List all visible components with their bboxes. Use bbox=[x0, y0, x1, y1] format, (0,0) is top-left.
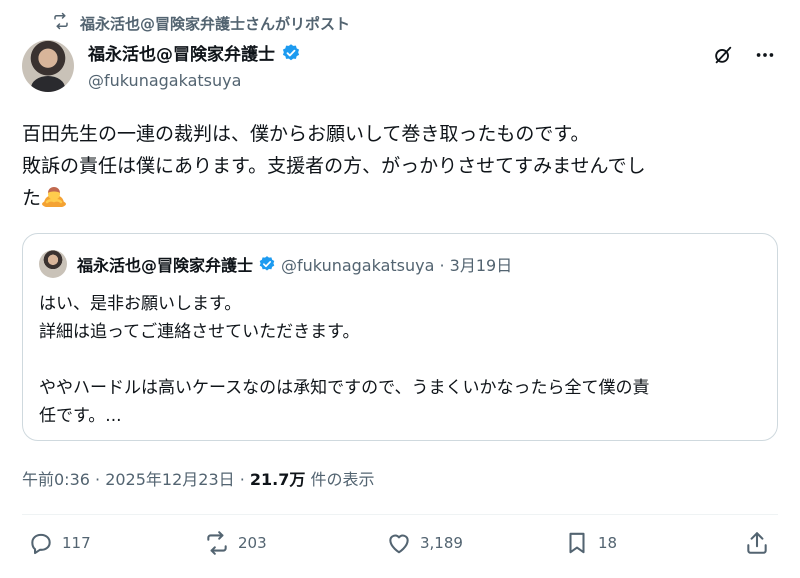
grok-icon[interactable] bbox=[712, 44, 734, 66]
quote-line: 詳細は追ってご連絡させていただきます。 bbox=[39, 322, 360, 342]
action-bar: 117 203 3,189 18 bbox=[28, 530, 778, 564]
bookmark-count: 18 bbox=[598, 534, 618, 552]
repost-button[interactable]: 203 bbox=[204, 530, 267, 556]
post-line: 敗訴の責任は僕にあります。支援者の方、がっかりさせてすみませんでし bbox=[22, 155, 646, 177]
quote-text: はい、是非お願いします。 詳細は追ってご連絡させていただきます。 ややハードルは… bbox=[39, 290, 769, 430]
quote-header: 福永活也@冒険家弁護士 @fukunagakatsuya · 3月19日 bbox=[77, 252, 512, 276]
quote-line: はい、是非お願いします。 bbox=[39, 294, 242, 314]
reply-icon bbox=[28, 530, 54, 556]
quote-author-name: 福永活也@冒険家弁護士 bbox=[77, 256, 254, 275]
post-line: 百田先生の一連の裁判は、僕からお願いして巻き取ったものです。 bbox=[22, 123, 590, 145]
quote-line: 任です。... bbox=[39, 406, 122, 426]
view-count[interactable]: 21.7万 bbox=[250, 470, 305, 489]
repost-icon bbox=[52, 12, 70, 34]
post-line: た bbox=[22, 182, 782, 214]
author-handle[interactable]: @fukunagakatsuya bbox=[88, 71, 301, 90]
post-text: 百田先生の一連の裁判は、僕からお願いして巻き取ったものです。 敗訴の責任は僕にあ… bbox=[22, 118, 782, 214]
like-button[interactable]: 3,189 bbox=[386, 530, 463, 556]
verified-badge-icon[interactable] bbox=[281, 43, 301, 63]
verified-badge-icon bbox=[258, 255, 276, 273]
quote-line: ややハードルは高いケースなのは承知ですので、うまくいかなったら全て僕の責 bbox=[39, 378, 650, 398]
post-time[interactable]: 午前0:36 · 2025年12月23日 · bbox=[22, 470, 250, 489]
post-author: 福永活也@冒険家弁護士 @fukunagakatsuya bbox=[88, 40, 301, 90]
repost-count: 203 bbox=[238, 534, 267, 552]
like-count: 3,189 bbox=[420, 534, 463, 552]
bookmark-button[interactable]: 18 bbox=[564, 530, 617, 556]
repost-icon bbox=[204, 530, 230, 556]
quote-handle-date: @fukunagakatsuya · 3月19日 bbox=[281, 256, 513, 275]
author-avatar[interactable] bbox=[22, 40, 74, 92]
quoted-post[interactable]: 福永活也@冒険家弁護士 @fukunagakatsuya · 3月19日 はい、… bbox=[22, 233, 778, 441]
person-bowing-emoji-icon bbox=[41, 185, 67, 208]
quote-author-avatar[interactable] bbox=[39, 250, 67, 278]
share-icon bbox=[744, 530, 770, 556]
post-top-actions bbox=[712, 44, 776, 66]
reply-button[interactable]: 117 bbox=[28, 530, 91, 556]
author-name[interactable]: 福永活也@冒険家弁護士 bbox=[88, 40, 275, 65]
bookmark-icon bbox=[564, 530, 590, 556]
heart-icon bbox=[386, 530, 412, 556]
repost-indicator[interactable]: 福永活也@冒険家弁護士さんがリポスト bbox=[52, 12, 350, 34]
more-options-icon[interactable] bbox=[754, 44, 776, 66]
repost-text: 福永活也@冒険家弁護士さんがリポスト bbox=[80, 14, 351, 33]
view-label: 件の表示 bbox=[305, 470, 375, 489]
share-button[interactable] bbox=[744, 530, 770, 556]
divider bbox=[22, 514, 778, 515]
post-timestamp: 午前0:36 · 2025年12月23日 · 21.7万 件の表示 bbox=[22, 466, 374, 490]
reply-count: 117 bbox=[62, 534, 91, 552]
